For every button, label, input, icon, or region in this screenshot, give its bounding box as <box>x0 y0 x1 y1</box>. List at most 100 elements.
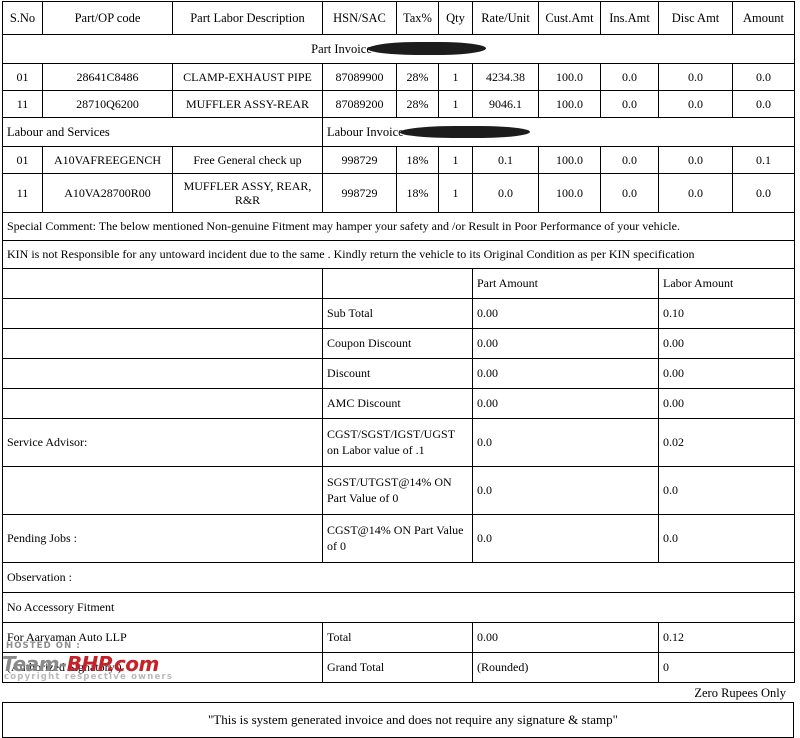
cell-tax: 28% <box>396 90 439 118</box>
column-header-rate-unit: Rate/Unit <box>472 1 539 35</box>
accessory-fitment-row: No Accessory Fitment <box>2 592 795 623</box>
column-header-qty: Qty <box>438 1 473 35</box>
labour-banner-row: Labour and Services Labour Invoice <box>2 117 795 147</box>
zoom-in-icon[interactable] <box>766 650 796 680</box>
invoice-table: S.No Part/OP code Part Labor Description… <box>2 1 795 683</box>
cell-cust-amt: 100.0 <box>538 90 601 118</box>
cell-amount: 0.0 <box>732 90 795 118</box>
summary-left-cell <box>2 388 323 419</box>
observation-label: Observation : <box>2 562 795 593</box>
summary-labor-value: 0.00 <box>658 328 795 359</box>
summary-part-value: 0.00 <box>472 328 659 359</box>
invoice-document: S.No Part/OP code Part Labor Description… <box>0 1 800 738</box>
summary-row-discount: Discount 0.00 0.00 <box>2 358 795 389</box>
table-row: 01 A10VAFREEGENCH Free General check up … <box>2 146 795 174</box>
summary-blank-label <box>322 268 473 299</box>
summary-left-cell <box>2 358 323 389</box>
cell-tax: 18% <box>396 173 439 213</box>
accessory-fitment-text: No Accessory Fitment <box>2 592 795 623</box>
footer-bar: "This is system generated invoice and do… <box>2 702 794 738</box>
cell-ins-amt: 0.0 <box>600 90 659 118</box>
cell-rate: 9046.1 <box>472 90 539 118</box>
cell-rate: 0.1 <box>472 146 539 174</box>
cell-amount: 0.0 <box>732 63 795 91</box>
summary-labor-value: 0.0 <box>658 514 795 563</box>
summary-blank-left <box>2 268 323 299</box>
total-row: For Aaryaman Auto LLP Total 0.00 0.12 <box>2 622 795 653</box>
summary-row-amc-discount: AMC Discount 0.00 0.00 <box>2 388 795 419</box>
summary-labor-value: 0.00 <box>658 358 795 389</box>
cell-rate: 4234.38 <box>472 63 539 91</box>
summary-left-cell <box>2 298 323 329</box>
summary-row-sub-total: Sub Total 0.00 0.10 <box>2 298 795 329</box>
cell-qty: 1 <box>438 146 473 174</box>
table-row: 11 28710Q6200 MUFFLER ASSY-REAR 87089200… <box>2 90 795 118</box>
part-invoice-banner: Part Invoice <box>2 34 795 64</box>
cell-ins-amt: 0.0 <box>600 173 659 213</box>
summary-label: CGST/SGST/IGST/UGST on Labor value of .1 <box>322 418 473 467</box>
cell-sno: 11 <box>2 173 43 213</box>
summary-part-value: 0.0 <box>472 466 659 515</box>
amount-in-words: Zero Rupees Only <box>694 686 786 700</box>
column-header-part-op-code: Part/OP code <box>42 1 173 35</box>
summary-labor-value: 0.10 <box>658 298 795 329</box>
service-advisor-label: Service Advisor: <box>2 418 323 467</box>
table-row: 11 A10VA28700R00 MUFFLER ASSY, REAR, R&R… <box>2 173 795 213</box>
authorized-signatory-label: (Authorized Signatory ) <box>2 652 323 683</box>
summary-header-row: Part Amount Labor Amount <box>2 268 795 299</box>
total-labor-value: 0.12 <box>658 622 795 653</box>
summary-label: CGST@14% ON Part Value of 0 <box>322 514 473 563</box>
special-comment-row: Special Comment: The below mentioned Non… <box>2 212 795 241</box>
labour-invoice-banner-label: Labour Invoice <box>327 124 404 139</box>
cell-amount: 0.0 <box>732 173 795 213</box>
cell-qty: 1 <box>438 63 473 91</box>
cell-rate: 0.0 <box>472 173 539 213</box>
cell-code: 28641C8486 <box>42 63 173 91</box>
cell-code: A10VA28700R00 <box>42 173 173 213</box>
summary-part-value: 0.00 <box>472 298 659 329</box>
responsibility-note-text: KIN is not Responsible for any untoward … <box>2 240 795 269</box>
summary-left-cell <box>2 328 323 359</box>
cell-qty: 1 <box>438 173 473 213</box>
summary-label: Sub Total <box>322 298 473 329</box>
summary-col-part-amount: Part Amount <box>472 268 659 299</box>
cell-code: 28710Q6200 <box>42 90 173 118</box>
summary-row-coupon-discount: Coupon Discount 0.00 0.00 <box>2 328 795 359</box>
labour-invoice-banner: Labour Invoice <box>322 117 795 147</box>
cell-description: Free General check up <box>172 146 323 174</box>
column-header-amount: Amount <box>732 1 795 35</box>
cell-disc-amt: 0.0 <box>658 173 733 213</box>
summary-row-gst-labor: Service Advisor: CGST/SGST/IGST/UGST on … <box>2 418 795 467</box>
column-header-ins-amt: Ins.Amt <box>600 1 659 35</box>
summary-labor-value: 0.02 <box>658 418 795 467</box>
summary-row-cgst-part: Pending Jobs : CGST@14% ON Part Value of… <box>2 514 795 563</box>
cell-hsn: 87089200 <box>322 90 397 118</box>
redaction-mark-part-invoice <box>367 42 486 56</box>
company-for-label: For Aaryaman Auto LLP <box>2 622 323 653</box>
summary-part-value: 0.0 <box>472 514 659 563</box>
summary-label: Discount <box>322 358 473 389</box>
summary-part-value: 0.00 <box>472 388 659 419</box>
cell-ins-amt: 0.0 <box>600 63 659 91</box>
cell-sno: 11 <box>2 90 43 118</box>
summary-row-sgst-utgst-part: SGST/UTGST@14% ON Part Value of 0 0.0 0.… <box>2 466 795 515</box>
observation-row: Observation : <box>2 562 795 593</box>
summary-left-cell <box>2 466 323 515</box>
cell-cust-amt: 100.0 <box>538 146 601 174</box>
cell-hsn: 998729 <box>322 173 397 213</box>
summary-col-labor-amount: Labor Amount <box>658 268 795 299</box>
summary-labor-value: 0.00 <box>658 388 795 419</box>
responsibility-note-row: KIN is not Responsible for any untoward … <box>2 240 795 269</box>
cell-description: MUFFLER ASSY-REAR <box>172 90 323 118</box>
part-invoice-banner-row: Part Invoice <box>2 34 795 64</box>
labour-section-title: Labour and Services <box>2 117 323 147</box>
column-header-cust-amt: Cust.Amt <box>538 1 601 35</box>
pending-jobs-label: Pending Jobs : <box>2 514 323 563</box>
cell-disc-amt: 0.0 <box>658 63 733 91</box>
column-header-description: Part Labor Description <box>172 1 323 35</box>
cell-hsn: 998729 <box>322 146 397 174</box>
cell-tax: 18% <box>396 146 439 174</box>
cell-disc-amt: 0.0 <box>658 146 733 174</box>
column-header-sno: S.No <box>2 1 43 35</box>
total-part-value: 0.00 <box>472 622 659 653</box>
